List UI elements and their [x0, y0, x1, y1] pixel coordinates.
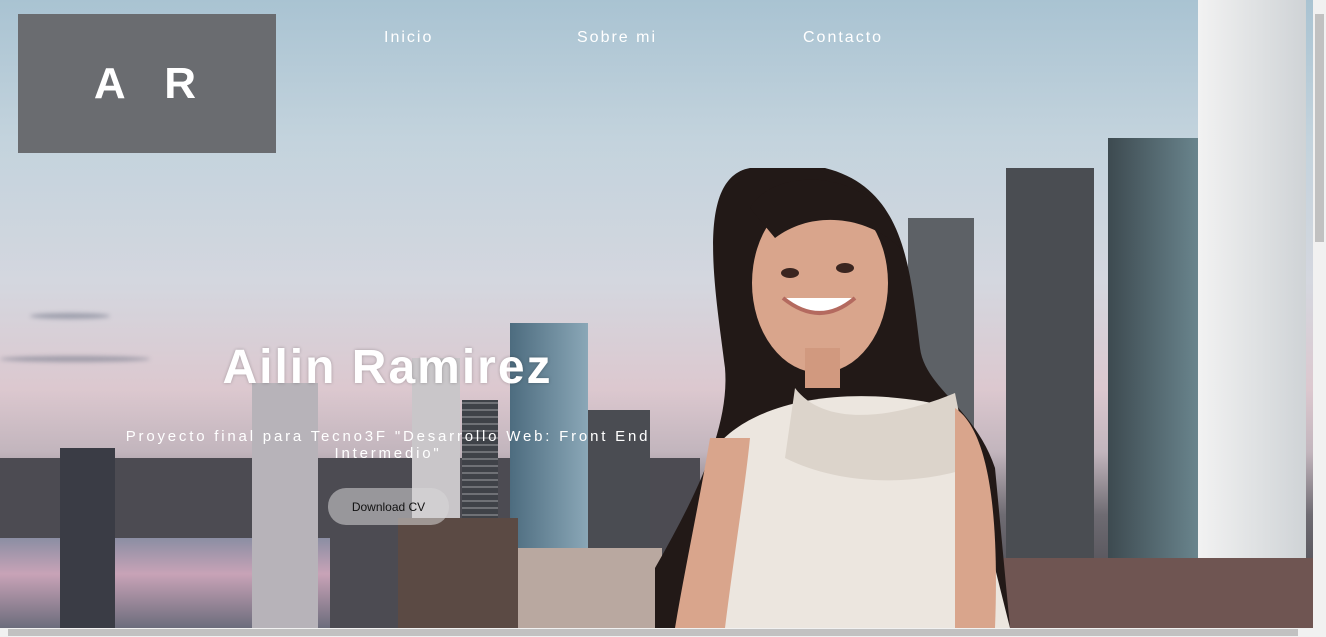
portrait-photo — [655, 168, 1010, 628]
nav-link-sobre-mi[interactable]: Sobre mi — [577, 29, 657, 47]
building — [60, 448, 115, 628]
building — [398, 518, 518, 628]
horizontal-scrollbar-thumb[interactable] — [8, 629, 1298, 636]
nav-link-inicio[interactable]: Inicio — [384, 29, 433, 47]
horizontal-scrollbar[interactable] — [0, 628, 1326, 637]
building — [512, 548, 662, 628]
logo-text: A R — [93, 58, 211, 108]
building — [995, 558, 1313, 628]
hero-title: Ailin Ramirez — [222, 341, 553, 394]
cloud — [30, 313, 110, 319]
building — [1198, 0, 1306, 628]
logo[interactable]: A R — [18, 14, 276, 153]
vertical-scrollbar-thumb[interactable] — [1315, 14, 1324, 242]
vertical-scrollbar[interactable] — [1313, 0, 1326, 628]
nav-link-contacto[interactable]: Contacto — [803, 29, 883, 47]
building — [252, 383, 318, 628]
building — [1108, 138, 1210, 628]
hero-subtitle: Proyecto final para Tecno3F "Desarrollo … — [125, 428, 651, 462]
cloud — [0, 356, 150, 362]
download-cv-button[interactable]: Download CV — [328, 488, 449, 525]
